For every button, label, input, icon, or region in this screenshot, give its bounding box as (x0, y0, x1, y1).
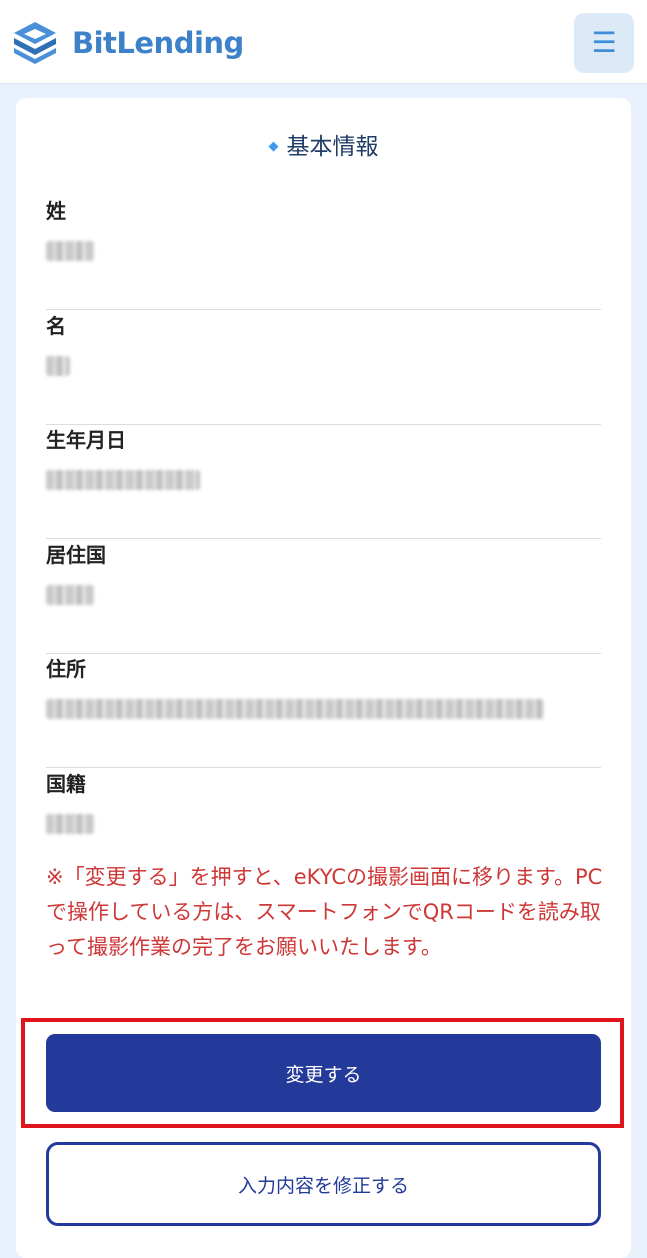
field-birthdate: 生年月日 (46, 425, 601, 539)
field-label: 居住国 (46, 543, 106, 567)
section-title: ◆ 基本情報 (16, 130, 631, 164)
field-country-of-residence: 居住国 (46, 540, 601, 654)
field-value-redacted (46, 467, 200, 493)
ekyc-notice: ※「変更する」を押すと、eKYCの撮影画面に移ります。PCで操作している方は、ス… (46, 865, 603, 959)
bitlending-logo-icon[interactable] (12, 20, 58, 64)
field-first-name: 名 (46, 311, 601, 425)
change-button[interactable]: 変更する (46, 1034, 601, 1112)
hamburger-menu-button[interactable]: ☰ (574, 13, 634, 73)
hamburger-menu-icon: ☰ (591, 26, 617, 59)
field-value-redacted (46, 811, 94, 837)
field-label: 姓 (46, 199, 66, 223)
field-label: 名 (46, 314, 66, 338)
field-value-redacted (46, 353, 70, 379)
section-title-text: 基本情報 (286, 134, 379, 160)
field-address: 住所 (46, 654, 601, 768)
field-nationality: 国籍 (46, 769, 601, 853)
field-last-name: 姓 (46, 196, 601, 310)
edit-input-button[interactable]: 入力内容を修正する (46, 1142, 601, 1226)
diamond-icon: ◆ (268, 139, 279, 154)
field-value-redacted (46, 696, 544, 722)
field-label: 国籍 (46, 772, 86, 796)
field-label: 生年月日 (46, 428, 126, 452)
field-value-redacted (46, 238, 94, 264)
app-header: BitLending ☰ (0, 0, 647, 84)
field-label: 住所 (46, 657, 86, 681)
basic-info-card: ◆ 基本情報 姓 名 生年月日 居住国 住所 国籍 ※「変更する」を押すと、eKY… (16, 98, 631, 1258)
brand-name[interactable]: BitLending (72, 24, 244, 62)
field-value-redacted (46, 582, 94, 608)
